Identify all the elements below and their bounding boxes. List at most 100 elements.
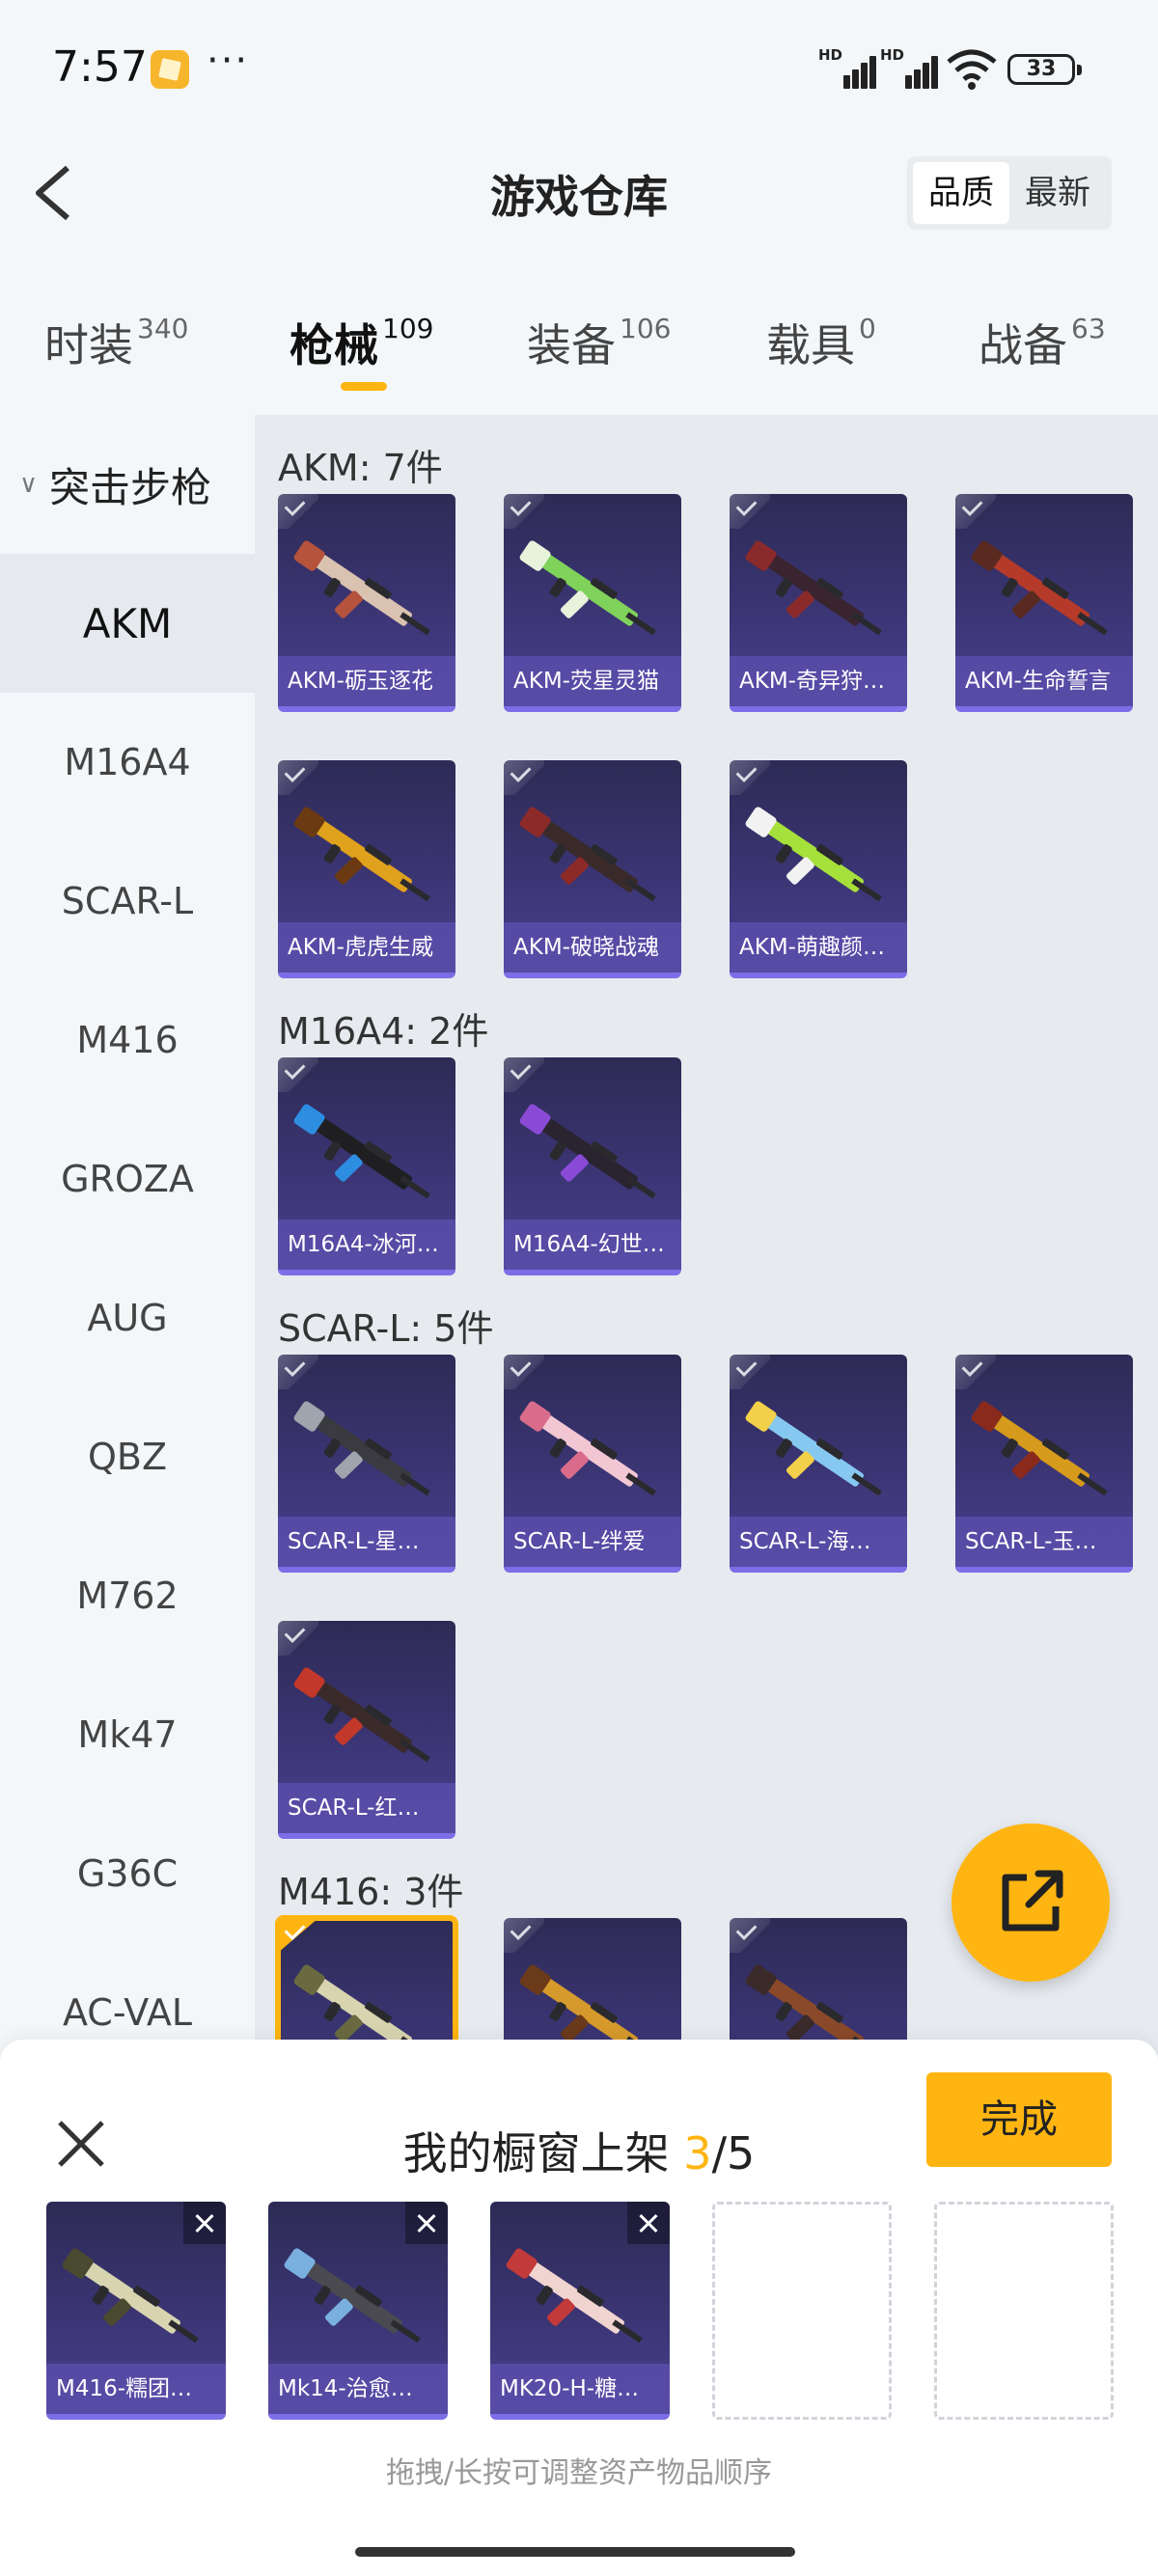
tab-firearms[interactable]: 枪械 109 xyxy=(290,311,433,374)
select-check-icon[interactable] xyxy=(278,760,318,795)
sort-quality-button[interactable]: 品质 xyxy=(913,162,1009,224)
sidebar-item-scar-l[interactable]: SCAR-L xyxy=(0,832,255,971)
weapon-card-label: AKM-生命誓言 xyxy=(955,656,1133,706)
weapon-card[interactable] xyxy=(730,1918,907,2055)
sidebar-item-m16a4[interactable]: M16A4 xyxy=(0,693,255,832)
showcase-slot[interactable]: MK20-H-糖… xyxy=(490,2202,670,2420)
weapon-skin-icon xyxy=(293,807,430,902)
weapon-skin-icon xyxy=(284,2248,421,2343)
showcase-slot-label: Mk14-治愈… xyxy=(268,2364,448,2414)
select-check-icon[interactable] xyxy=(504,1918,544,1953)
battery-icon: 33 xyxy=(1007,54,1082,85)
sidebar-item-groza[interactable]: GROZA xyxy=(0,1110,255,1248)
select-check-icon[interactable] xyxy=(504,494,544,529)
select-check-icon[interactable] xyxy=(730,760,770,795)
sidebar-item-m416[interactable]: M416 xyxy=(0,971,255,1110)
weapon-skin-icon xyxy=(745,807,882,902)
select-check-icon[interactable] xyxy=(278,1057,318,1092)
tab-outfits[interactable]: 时装 340 xyxy=(44,311,188,374)
status-bar: 7:57 ··· HD HD 33 xyxy=(0,0,1158,135)
weapon-card[interactable] xyxy=(275,1915,458,2055)
sidebar-item-aug[interactable]: AUG xyxy=(0,1248,255,1387)
weapon-card[interactable]: SCAR-L-红… xyxy=(278,1621,455,1839)
select-check-icon[interactable] xyxy=(730,1355,770,1389)
weapon-skin-icon xyxy=(293,1401,430,1496)
weapon-skin-icon xyxy=(519,1104,656,1199)
tab-count: 0 xyxy=(859,313,876,344)
weapon-card[interactable]: SCAR-L-绊爱 xyxy=(504,1355,681,1573)
weapon-card[interactable]: AKM-砺玉逐花 xyxy=(278,494,455,712)
select-check-icon[interactable] xyxy=(504,1355,544,1389)
sort-latest-button[interactable]: 最新 xyxy=(1009,162,1106,224)
done-button[interactable]: 完成 xyxy=(926,2072,1112,2167)
select-check-icon[interactable] xyxy=(504,760,544,795)
weapon-skin-icon xyxy=(519,540,656,636)
weapon-card[interactable]: SCAR-L-海… xyxy=(730,1355,907,1573)
weapon-skin-icon xyxy=(971,1401,1108,1496)
empty-showcase-slot[interactable] xyxy=(712,2202,892,2420)
weapon-card[interactable]: AKM-虎虎生威 xyxy=(278,760,455,978)
weapon-card[interactable] xyxy=(504,1918,681,2055)
showcase-slot[interactable]: M416-糯团… xyxy=(46,2202,226,2420)
showcase-slot-label: MK20-H-糖… xyxy=(490,2364,670,2414)
showcase-slot[interactable]: Mk14-治愈… xyxy=(268,2202,448,2420)
active-tab-indicator xyxy=(341,382,387,391)
sidebar-item-qbz[interactable]: QBZ xyxy=(0,1387,255,1526)
select-check-icon[interactable] xyxy=(730,1918,770,1953)
sidebar-item-m762[interactable]: M762 xyxy=(0,1526,255,1665)
weapon-card-label: AKM-破晓战魂 xyxy=(504,922,681,973)
select-check-icon[interactable] xyxy=(278,1621,318,1656)
weapon-card[interactable]: AKM-萌趣颜… xyxy=(730,760,907,978)
remove-icon[interactable] xyxy=(183,2202,226,2244)
weapon-skin-icon xyxy=(293,1104,430,1199)
tab-label: 装备 xyxy=(527,319,616,371)
select-check-icon[interactable] xyxy=(278,1355,318,1389)
tab-count: 63 xyxy=(1071,313,1106,344)
weapon-card[interactable]: M16A4-冰河… xyxy=(278,1057,455,1275)
weapon-card-label: M16A4-冰河… xyxy=(278,1219,455,1270)
weapon-card-label: SCAR-L-海… xyxy=(730,1517,907,1567)
sidebar-item-mk47[interactable]: Mk47 xyxy=(0,1665,255,1804)
select-check-icon[interactable] xyxy=(278,494,318,529)
weapon-skin-icon xyxy=(62,2248,199,2343)
section-title: M16A4: 2件 xyxy=(278,1010,489,1053)
weapon-skin-icon xyxy=(519,1401,656,1496)
weapon-card-label: AKM-荧星灵猫 xyxy=(504,656,681,706)
status-time: 7:57 xyxy=(52,42,148,92)
sidebar-item-akm[interactable]: AKM xyxy=(0,554,255,693)
weapon-card-label: SCAR-L-星… xyxy=(278,1517,455,1567)
weapon-card-label: AKM-奇异狩… xyxy=(730,656,907,706)
remove-icon[interactable] xyxy=(627,2202,670,2244)
showcase-title-label: 我的橱窗上架 xyxy=(402,2127,684,2179)
weapon-card[interactable]: AKM-破晓战魂 xyxy=(504,760,681,978)
weapon-card[interactable]: M16A4-幻世… xyxy=(504,1057,681,1275)
chevron-down-icon: ∨ xyxy=(19,470,39,499)
weapon-skin-icon xyxy=(506,2248,643,2343)
sidebar-group-assault-rifles[interactable]: ∨ 突击步枪 xyxy=(0,415,255,554)
cellular-signal-icon: HD xyxy=(818,46,876,89)
select-check-icon[interactable] xyxy=(504,1057,544,1092)
tab-supplies[interactable]: 战备 63 xyxy=(979,311,1106,374)
weapon-card[interactable]: AKM-奇异狩… xyxy=(730,494,907,712)
select-check-icon[interactable] xyxy=(730,494,770,529)
home-indicator[interactable] xyxy=(355,2547,795,2557)
select-check-icon[interactable] xyxy=(955,494,996,529)
select-check-icon[interactable] xyxy=(955,1355,996,1389)
remove-icon[interactable] xyxy=(405,2202,448,2244)
empty-showcase-slot[interactable] xyxy=(934,2202,1114,2420)
weapon-skin-icon xyxy=(293,1667,430,1763)
reorder-hint: 拖拽/长按可调整资产物品顺序 xyxy=(385,2456,773,2490)
weapon-card-label: SCAR-L-绊爱 xyxy=(504,1517,681,1567)
tab-count: 109 xyxy=(382,313,434,344)
weapon-card[interactable]: SCAR-L-星… xyxy=(278,1355,455,1573)
weapon-card[interactable]: AKM-生命誓言 xyxy=(955,494,1133,712)
sidebar-group-label: 突击步枪 xyxy=(49,463,212,511)
tab-vehicles[interactable]: 载具 0 xyxy=(766,311,876,374)
weapon-card[interactable]: AKM-荧星灵猫 xyxy=(504,494,681,712)
weapon-card[interactable]: SCAR-L-玉… xyxy=(955,1355,1133,1573)
tab-label: 时装 xyxy=(44,319,133,371)
tab-equipment[interactable]: 装备 106 xyxy=(527,311,671,374)
share-button[interactable] xyxy=(951,1823,1110,1982)
sidebar-item-g36c[interactable]: G36C xyxy=(0,1804,255,1943)
select-check-icon[interactable] xyxy=(278,1918,318,1953)
